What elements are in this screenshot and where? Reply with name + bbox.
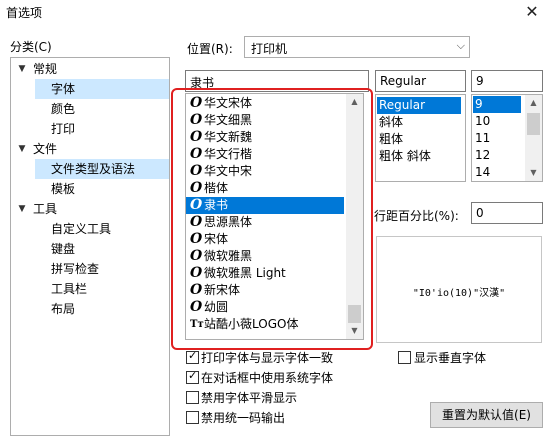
tree-item-label: 文件 (33, 142, 58, 156)
font-size-list[interactable]: 14 12 11 10 9 ▲ ▼ (471, 94, 543, 182)
font-size-item[interactable]: 12 (473, 147, 521, 164)
vertical-font-checkbox[interactable] (398, 351, 411, 364)
tree-item[interactable]: ▼ 常规 (13, 59, 169, 79)
font-size-item[interactable]: 11 (473, 130, 521, 147)
font-size-item[interactable]: 10 (473, 113, 521, 130)
tree-item-label: 字体 (51, 82, 76, 96)
tree-item-label: 自定义工具 (51, 222, 112, 236)
position-select[interactable]: 打印机 ⌵ (244, 36, 470, 58)
font-style-item[interactable]: Regular (377, 97, 461, 114)
font-style-input[interactable]: Regular (375, 70, 466, 92)
font-style-item[interactable]: 粗体 斜体 (377, 148, 461, 165)
font-style-list[interactable]: Regular 斜体 粗体 粗体 斜体 (375, 94, 466, 182)
font-size-input[interactable]: 9 (471, 70, 543, 92)
tree-item[interactable]: ▼ 文件 (13, 139, 169, 159)
option-checkbox[interactable] (186, 411, 199, 424)
font-style-item[interactable]: 斜体 (377, 114, 461, 131)
vertical-font-label: 显示垂直字体 (414, 351, 487, 365)
tree-item-label: 颜色 (51, 102, 76, 116)
tree-item-label: 常规 (33, 62, 58, 76)
tree-item[interactable]: ▼ 工具 (13, 199, 169, 219)
font-size-item[interactable]: 14 (473, 164, 521, 181)
line-spacing-label: 行距百分比(%): (374, 209, 459, 223)
tree-item[interactable]: 字体 (35, 79, 169, 99)
tree-item[interactable]: 自定义工具 (35, 219, 169, 239)
checkmark-icon: ✓ (188, 349, 198, 362)
expand-toggle-icon[interactable]: ▼ (17, 59, 27, 79)
option-label: 打印字体与显示字体一致 (201, 351, 334, 365)
highlight-frame (171, 88, 373, 350)
option-checkbox[interactable] (186, 391, 199, 404)
option-label: 在对话框中使用系统字体 (201, 371, 334, 385)
chevron-down-icon: ⌵ (456, 39, 465, 52)
tree-item-label: 工具栏 (51, 282, 88, 296)
tree-item[interactable]: 打印 (35, 119, 169, 139)
position-value: 打印机 (251, 42, 288, 56)
tree-item[interactable]: 颜色 (35, 99, 169, 119)
scroll-down-icon[interactable]: ▼ (525, 165, 542, 181)
tree-item-label: 文件类型及语法 (51, 162, 136, 176)
option-checkbox[interactable]: ✓ (186, 369, 199, 384)
tree-item-label: 打印 (51, 122, 76, 136)
scroll-thumb[interactable] (527, 113, 540, 135)
title-bar: 首选项 ✕ (0, 0, 550, 26)
size-list-scrollbar[interactable]: ▲ ▼ (525, 95, 542, 181)
font-style-value: Regular (380, 74, 427, 88)
tree-item[interactable]: 模板 (35, 179, 169, 199)
option-checkbox[interactable]: ✓ (186, 349, 199, 364)
font-style-item[interactable]: 粗体 (377, 131, 461, 148)
category-label: 分类(C) (10, 40, 52, 54)
font-preview: "I0'io(10)"汉漢" (376, 236, 542, 343)
tree-item-label: 拼写检查 (51, 262, 100, 276)
expand-toggle-icon[interactable]: ▼ (17, 199, 27, 219)
checkmark-icon: ✓ (188, 369, 198, 382)
tree-item[interactable]: 文件类型及语法 (35, 159, 169, 179)
option-label: 禁用统一码输出 (201, 411, 286, 425)
expand-toggle-icon[interactable]: ▼ (17, 139, 27, 159)
tree-item[interactable]: 键盘 (35, 239, 169, 259)
tree-item-label: 模板 (51, 182, 76, 196)
category-tree[interactable]: ▼ 常规字体颜色打印 ▼ 文件文件类型及语法 模板 ▼ 工具自定义工具键盘拼写检查工具栏布局 (10, 57, 170, 436)
close-icon[interactable]: ✕ (522, 2, 542, 21)
tree-item[interactable]: 布局 (35, 299, 169, 319)
window-title: 首选项 (6, 6, 43, 20)
tree-item-label: 键盘 (51, 242, 76, 256)
font-size-item[interactable]: 9 (473, 96, 521, 113)
line-spacing-value: 0 (476, 206, 484, 220)
tree-item-label: 工具 (33, 202, 58, 216)
font-size-value: 9 (476, 74, 484, 88)
position-label: 位置(R): (187, 42, 233, 56)
tree-item-label: 布局 (51, 302, 76, 316)
reset-defaults-button[interactable]: 重置为默认值(E) (430, 402, 543, 428)
option-label: 禁用字体平滑显示 (201, 391, 298, 405)
preview-text: "I0'io(10)"汉漢" (412, 288, 506, 299)
scroll-up-icon[interactable]: ▲ (525, 95, 542, 111)
tree-item[interactable]: 工具栏 (35, 279, 169, 299)
tree-item[interactable]: 拼写检查 (35, 259, 169, 279)
line-spacing-input[interactable]: 0 (471, 202, 543, 224)
